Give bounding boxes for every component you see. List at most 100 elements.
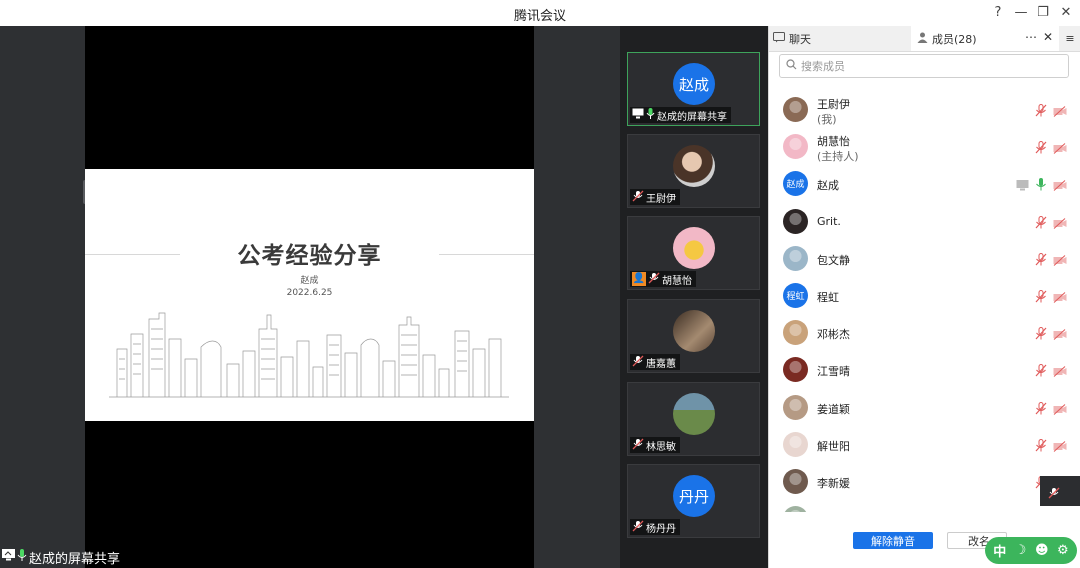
member-row[interactable] (769, 501, 1080, 512)
avatar (783, 134, 808, 160)
avatar: 程虹 (783, 283, 808, 308)
stage-left-margin (0, 26, 85, 568)
member-status-icons (1035, 437, 1067, 456)
tile-name: 杨丹丹 (646, 523, 676, 535)
more-icon[interactable]: ⋯ (1025, 30, 1037, 44)
tile-name: 赵成的屏幕共享 (657, 111, 727, 123)
video-tile[interactable]: 丹丹 杨丹丹 (627, 464, 760, 538)
camera-off-icon[interactable] (1053, 325, 1067, 344)
video-tile[interactable]: 👤 胡慧怡 (627, 216, 760, 290)
member-name: 江雪晴 (817, 365, 850, 379)
camera-off-icon[interactable] (1053, 139, 1067, 158)
slide-date: 2022.6.25 (286, 288, 333, 298)
tile-name-bar: 王尉伊 (630, 189, 680, 205)
member-row[interactable]: 解世阳 (769, 427, 1080, 464)
member-status-icons (1035, 288, 1067, 307)
muted-microphone-icon[interactable] (1035, 325, 1047, 344)
member-status-icons (1035, 214, 1067, 233)
muted-microphone-icon (632, 520, 644, 535)
muted-microphone-icon[interactable] (1035, 139, 1047, 158)
member-status-icons (1035, 511, 1067, 512)
close-panel-icon[interactable]: ✕ (1043, 30, 1053, 44)
member-status-icons (1035, 400, 1067, 419)
window-title: 腾讯会议 (513, 9, 566, 24)
camera-off-icon[interactable] (1053, 176, 1067, 195)
tab-chat[interactable]: 聊天 (769, 26, 911, 51)
avatar (783, 394, 808, 420)
camera-off-icon[interactable] (1053, 400, 1067, 419)
tab-members[interactable]: 成员(28) ⋯ ✕ (911, 26, 1059, 51)
member-row[interactable]: 包文静 (769, 241, 1080, 278)
tile-name-bar: 林思敏 (630, 437, 680, 453)
camera-off-icon[interactable] (1053, 362, 1067, 381)
panel-menu-icon[interactable]: ≡ (1059, 26, 1080, 51)
member-row[interactable]: 程虹 程虹 (769, 278, 1080, 315)
restore-icon[interactable]: ❐ (1032, 3, 1054, 23)
avatar-initials: 丹丹 (678, 487, 709, 506)
tab-members-label: 成员(28) (932, 32, 977, 46)
muted-microphone-icon[interactable] (1035, 214, 1047, 233)
self-preview-tile[interactable] (1040, 476, 1080, 506)
unmute-all-button[interactable]: 解除静音 (853, 532, 933, 549)
member-search-input[interactable]: 搜索成员 (779, 54, 1069, 78)
title-bar: 腾讯会议 ? — ❐ ✕ (0, 0, 1080, 27)
video-tile[interactable]: 赵成 赵成的屏幕共享 (627, 52, 760, 126)
floating-toolbar: 中 ☽ ☻ ⚙ (985, 537, 1077, 564)
muted-microphone-icon[interactable] (1035, 400, 1047, 419)
member-row[interactable]: 赵成 赵成 (769, 166, 1080, 203)
muted-microphone-icon[interactable] (1035, 102, 1047, 121)
minimize-icon[interactable]: — (1010, 3, 1032, 23)
camera-off-icon[interactable] (1053, 214, 1067, 233)
muted-microphone-icon (648, 272, 660, 287)
help-icon[interactable]: ? (987, 3, 1009, 23)
member-row[interactable]: 邓彬杰 (769, 315, 1080, 352)
input-language-toggle[interactable]: 中 (993, 541, 1006, 560)
moon-icon[interactable]: ☽ (1015, 543, 1027, 558)
member-status-icons (1035, 251, 1067, 270)
skin-icon[interactable]: ☻ (1035, 543, 1049, 558)
member-row[interactable]: 胡慧怡 (主持人) (769, 129, 1080, 166)
camera-off-icon[interactable] (1053, 102, 1067, 121)
camera-off-icon[interactable] (1053, 251, 1067, 270)
avatar: 赵成 (673, 63, 715, 105)
avatar (783, 357, 808, 383)
city-skyline-illustration (109, 312, 509, 398)
members-panel: 聊天 成员(28) ⋯ ✕ ≡ 搜索成员 王尉伊 (我) 胡慧怡 (主持人) 赵成 赵成 G… (768, 26, 1080, 568)
avatar (673, 310, 715, 352)
tile-name-bar: 唐嘉蕙 (630, 354, 680, 370)
panel-tabs: 聊天 成员(28) ⋯ ✕ ≡ (769, 26, 1080, 52)
tab-chat-label: 聊天 (789, 32, 811, 46)
presentation-slide: 公考经验分享 赵成 2022.6.25 (85, 169, 534, 421)
member-row[interactable]: 王尉伊 (我) (769, 92, 1080, 129)
member-row[interactable]: Grit. (769, 204, 1080, 241)
muted-microphone-icon (632, 190, 644, 205)
close-window-icon[interactable]: ✕ (1055, 3, 1077, 23)
camera-off-icon[interactable] (1053, 288, 1067, 307)
avatar-initials: 赵成 (678, 75, 709, 94)
avatar (673, 393, 715, 435)
muted-microphone-icon[interactable] (1035, 511, 1047, 512)
muted-microphone-icon[interactable] (1035, 288, 1047, 307)
microphone-icon[interactable] (1035, 176, 1047, 195)
member-row[interactable]: 姜道颖 (769, 390, 1080, 427)
settings-icon[interactable]: ⚙ (1057, 543, 1069, 558)
member-name: 胡慧怡 (817, 135, 850, 149)
camera-off-icon[interactable] (1053, 511, 1067, 512)
muted-microphone-icon[interactable] (1035, 362, 1047, 381)
avatar (783, 506, 808, 512)
muted-microphone-icon[interactable] (1035, 437, 1047, 456)
avatar (783, 245, 808, 271)
muted-microphone-icon[interactable] (1035, 251, 1047, 270)
camera-off-icon[interactable] (1053, 437, 1067, 456)
avatar (783, 97, 808, 122)
video-tile[interactable]: 唐嘉蕙 (627, 299, 760, 373)
video-tile[interactable]: 林思敏 (627, 382, 760, 456)
tile-name: 王尉伊 (646, 193, 676, 205)
video-tile[interactable]: 王尉伊 (627, 134, 760, 208)
slide-author: 赵成 (300, 276, 319, 286)
tile-name: 林思敏 (646, 441, 676, 453)
member-role: (主持人) (817, 150, 859, 164)
member-row[interactable]: 李新媛 (769, 464, 1080, 501)
member-row[interactable]: 江雪晴 (769, 352, 1080, 389)
avatar (783, 208, 808, 234)
